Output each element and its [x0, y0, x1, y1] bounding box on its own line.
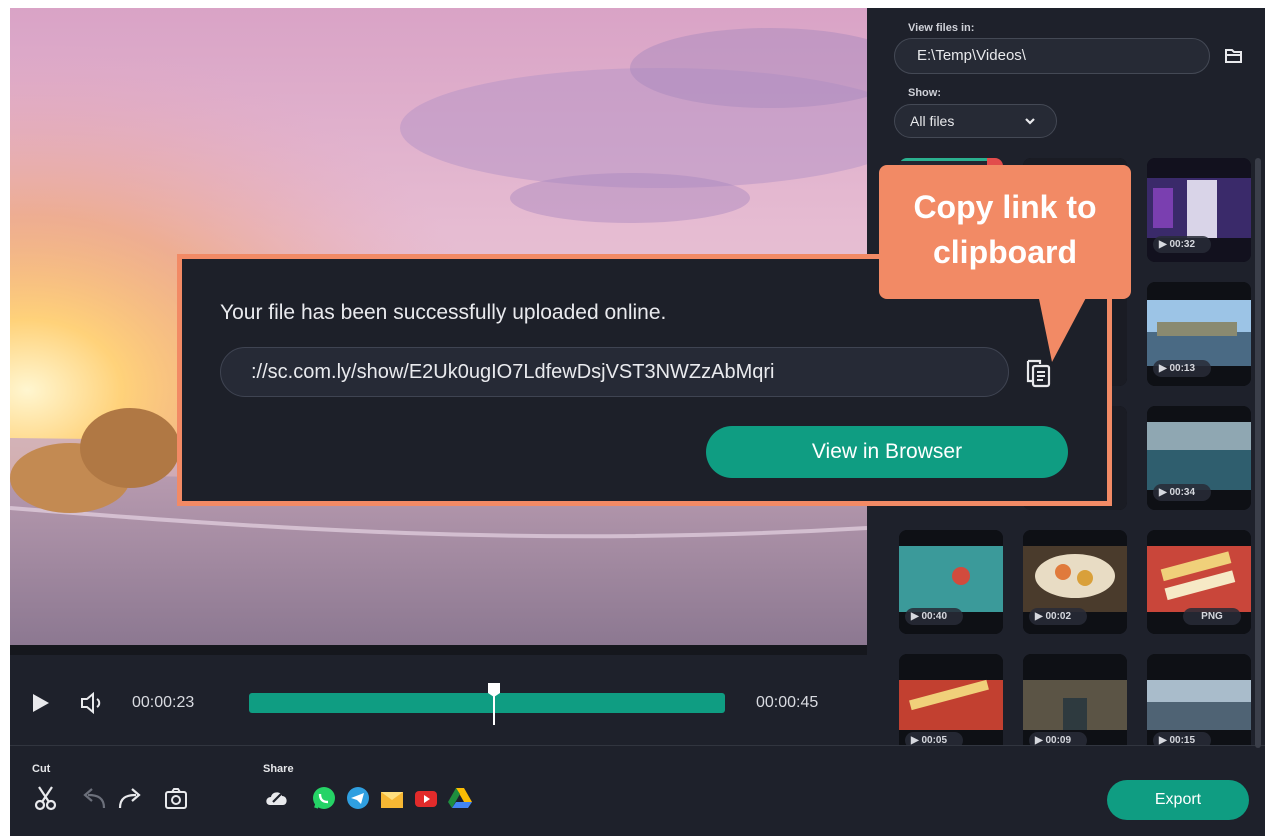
current-time: 00:00:23 [132, 694, 195, 711]
export-button[interactable]: Export [1107, 780, 1249, 820]
telegram-icon[interactable] [344, 784, 372, 812]
duration-badge: ▶ 00:34 [1153, 484, 1211, 501]
callout-line-2: clipboard [932, 234, 1077, 270]
playhead-handle[interactable] [486, 681, 502, 725]
duration-badge: ▶ 00:15 [1153, 732, 1211, 745]
media-bin-scrollbar[interactable] [1255, 158, 1261, 748]
media-thumbnail[interactable]: ▶ 00:05 [899, 654, 1003, 745]
file-type-select[interactable]: All files [894, 104, 1057, 138]
duration-badge: ▶ 00:02 [1029, 608, 1087, 625]
chevron-down-icon [1025, 118, 1035, 125]
duration-badge: ▶ 00:40 [905, 608, 963, 625]
shared-link-field[interactable]: ://sc.com.ly/show/E2Uk0ugIO7LdfewDsjVST3… [220, 347, 1009, 397]
callout-line-1: Copy link to [913, 189, 1097, 225]
callout-text: Copy link to clipboard [879, 185, 1131, 275]
total-time: 00:00:45 [756, 694, 819, 711]
media-thumbnail[interactable]: ▶ 00:13 [1147, 282, 1251, 386]
player-controls: 00:00:23 00:00:45 [10, 655, 867, 745]
whatsapp-icon[interactable] [310, 784, 338, 812]
duration-badge: ▶ 00:32 [1153, 236, 1211, 253]
play-icon[interactable] [30, 692, 52, 714]
duration-badge: ▶ 00:09 [1029, 732, 1087, 745]
cut-group-label: Cut [32, 763, 51, 775]
copy-link-callout: Copy link to clipboard [879, 165, 1131, 299]
view-files-label: View files in: [908, 22, 975, 34]
preview-bottom-border [10, 645, 867, 655]
redo-icon[interactable] [116, 784, 144, 812]
upload-success-message: Your file has been successfully uploaded… [220, 301, 667, 324]
folder-open-icon[interactable] [1224, 46, 1244, 66]
cloud-upload-icon[interactable] [263, 784, 291, 812]
duration-badge: ▶ 00:05 [905, 732, 963, 745]
media-thumbnail[interactable]: ▶ 00:15 [1147, 654, 1251, 745]
callout-pointer [1038, 294, 1088, 362]
share-group-label: Share [263, 763, 294, 775]
show-filter-label: Show: [908, 87, 941, 99]
file-type-select-value: All files [910, 113, 955, 129]
media-thumbnail[interactable]: PNG [1147, 530, 1251, 634]
youtube-icon[interactable] [412, 784, 440, 812]
media-thumbnail[interactable]: ▶ 00:09 [1023, 654, 1127, 745]
email-icon[interactable] [378, 784, 406, 812]
file-type-badge: PNG [1183, 608, 1241, 625]
view-in-browser-button[interactable]: View in Browser [706, 426, 1068, 478]
volume-icon[interactable] [79, 692, 107, 714]
undo-icon[interactable] [80, 784, 108, 812]
scissors-icon[interactable] [32, 784, 60, 812]
google-drive-icon[interactable] [446, 784, 474, 812]
snapshot-camera-icon[interactable] [162, 784, 190, 812]
duration-badge: ▶ 00:13 [1153, 360, 1211, 377]
media-thumbnail[interactable]: ▶ 00:40 [899, 530, 1003, 634]
media-thumbnail[interactable]: ▶ 00:34 [1147, 406, 1251, 510]
bottom-toolbar: Cut Share Export [10, 746, 1265, 836]
video-editor-window: 00:00:23 00:00:45 Cut Share Export View … [10, 8, 1265, 836]
folder-path-field[interactable]: E:\Temp\Videos\ [894, 38, 1210, 74]
media-thumbnail[interactable]: ▶ 00:02 [1023, 530, 1127, 634]
media-thumbnail[interactable]: ▶ 00:32 [1147, 158, 1251, 262]
